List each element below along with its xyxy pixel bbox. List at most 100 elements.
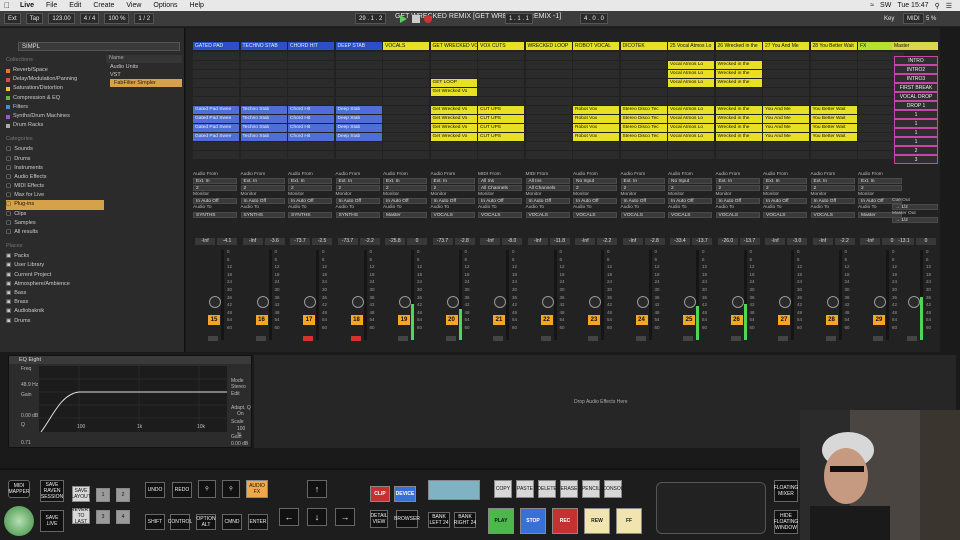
arrow-left-icon[interactable]: ←: [279, 508, 299, 526]
volume-value[interactable]: -Inf: [575, 238, 595, 245]
arm-button[interactable]: [588, 336, 598, 341]
clip-slot[interactable]: [573, 142, 619, 150]
record-icon[interactable]: [424, 15, 432, 23]
control-button[interactable]: CONTROL: [168, 514, 192, 530]
clip-slot[interactable]: [478, 151, 524, 159]
clip-slot[interactable]: [525, 61, 572, 69]
clip[interactable]: Stereo Disco Tec: [620, 106, 667, 114]
track-header[interactable]: GATED PAD: [193, 42, 239, 50]
clip-slot[interactable]: [525, 52, 572, 60]
pan-knob[interactable]: [541, 296, 554, 308]
menu-edit[interactable]: Edit: [63, 2, 87, 9]
volume-value[interactable]: -Inf: [527, 238, 548, 245]
arm-button[interactable]: [825, 336, 836, 341]
clip-slot[interactable]: [240, 142, 287, 150]
category-item[interactable]: ▢ Audio Effects: [6, 173, 104, 182]
save-live-button[interactable]: SAVE LIVE: [40, 510, 64, 532]
quantize-select[interactable]: 1 / 2: [134, 13, 155, 24]
track-activator-button[interactable]: 26: [730, 315, 743, 325]
output-select[interactable]: VOCALS: [478, 211, 522, 218]
clip-slot[interactable]: [193, 79, 239, 87]
category-item[interactable]: ▢ All results: [6, 228, 104, 237]
clip-slot[interactable]: [525, 133, 572, 141]
clip[interactable]: Techno Stab: [240, 115, 287, 123]
q-value[interactable]: 0.71: [21, 440, 31, 446]
consolidate-button[interactable]: CONSOL: [602, 480, 624, 498]
arrow-down-icon[interactable]: ↓: [307, 508, 327, 526]
device-title[interactable]: EQ Eight: [9, 356, 251, 364]
adapt-q-toggle[interactable]: On: [237, 411, 244, 417]
clip-slot[interactable]: [620, 79, 667, 87]
scene-launch[interactable]: INTRO2: [894, 65, 938, 74]
clip-slot[interactable]: [335, 52, 382, 60]
pan-knob[interactable]: [874, 296, 886, 308]
clip-slot[interactable]: [335, 88, 382, 96]
bank-right-button[interactable]: BANK RIGHT 24: [454, 512, 476, 528]
clip[interactable]: Techno Stab: [240, 133, 287, 141]
volume-value[interactable]: -25.8: [385, 238, 405, 245]
monitor-select[interactable]: In Auto Off: [193, 198, 237, 205]
stop-icon[interactable]: [412, 15, 420, 23]
category-item[interactable]: ▢ Plug-ins: [6, 200, 104, 210]
volume-value[interactable]: -Inf: [480, 238, 500, 245]
clip-slot[interactable]: [193, 151, 239, 159]
output-select[interactable]: VOCALS: [715, 211, 760, 218]
tap-tempo-button[interactable]: Tap: [25, 13, 44, 24]
clip-slot[interactable]: [478, 97, 524, 105]
volume-value[interactable]: -Inf: [622, 238, 643, 245]
menu-create[interactable]: Create: [87, 2, 120, 9]
freq-value[interactable]: 48.9 Hz: [21, 382, 38, 388]
input-source-select[interactable]: Ext. In: [763, 178, 807, 185]
place-item[interactable]: ▣ Current Project: [6, 271, 104, 280]
clip[interactable]: You And Me: [763, 133, 809, 141]
zoom-field[interactable]: 100 %: [104, 13, 130, 24]
menu-list-icon[interactable]: ☰: [946, 2, 952, 10]
track-header[interactable]: WRECKED LOOP: [525, 42, 572, 50]
clip-slot[interactable]: [430, 70, 477, 78]
scene-launch[interactable]: INTRO3: [894, 74, 938, 83]
clip-slot[interactable]: [525, 106, 572, 114]
output-select[interactable]: SYNTHS: [288, 211, 332, 218]
fast-forward-button[interactable]: FF: [616, 508, 642, 534]
clip[interactable]: Chord Hit: [288, 124, 334, 132]
floating-mixer-button[interactable]: FLOATING MIXER: [774, 480, 798, 502]
clip-slot[interactable]: [763, 79, 809, 87]
clip-view-button[interactable]: CLIP: [370, 486, 390, 502]
clip-slot[interactable]: [383, 151, 429, 159]
input-source-select[interactable]: Ext. In: [335, 178, 380, 185]
paste-button[interactable]: PASTE: [516, 480, 534, 498]
clip-slot[interactable]: [763, 52, 809, 60]
output-select[interactable]: VOCALS: [525, 211, 570, 218]
category-item[interactable]: ▢ Clips: [6, 210, 104, 219]
clip-slot[interactable]: [715, 142, 762, 150]
clip-slot[interactable]: [668, 151, 714, 159]
clip-slot[interactable]: [810, 88, 857, 96]
enter-button[interactable]: ENTER: [248, 514, 268, 530]
revert-to-last-button[interactable]: REVERT TO LAST: [71, 507, 91, 525]
browser-row-selected-plugin[interactable]: FabFilter Simpler: [110, 79, 182, 87]
clip-slot[interactable]: [525, 79, 572, 87]
clip-slot[interactable]: [193, 97, 239, 105]
scene-launch[interactable]: INTRO: [894, 56, 938, 65]
clip[interactable]: Techno Stab: [240, 124, 287, 132]
collection-item[interactable]: Compression & EQ: [6, 94, 104, 103]
clip[interactable]: Robot Vox: [573, 124, 619, 132]
clip-slot[interactable]: [383, 115, 429, 123]
track-activator-button[interactable]: 15: [208, 315, 220, 325]
clip-slot[interactable]: [620, 151, 667, 159]
arm-button[interactable]: [778, 336, 788, 341]
output-select[interactable]: SYNTHS: [240, 211, 285, 218]
input-source-select[interactable]: No Input: [668, 178, 712, 185]
output-gain-value[interactable]: 0.00 dB: [231, 441, 248, 447]
ext-sync-button[interactable]: Ext: [4, 13, 21, 24]
clip-slot[interactable]: [620, 52, 667, 60]
track-header[interactable]: TECHNO STAB: [240, 42, 287, 50]
place-item[interactable]: ▣ Audiobaknik: [6, 307, 104, 316]
pan-knob[interactable]: [494, 296, 506, 308]
clip-slot[interactable]: [478, 142, 524, 150]
clip-slot[interactable]: [668, 97, 714, 105]
input-channel-select[interactable]: 2: [715, 185, 760, 192]
name-column-header[interactable]: Name: [106, 55, 182, 63]
spotlight-icon[interactable]: ⚲: [935, 2, 940, 10]
monitor-select[interactable]: In Auto Off: [525, 198, 570, 205]
